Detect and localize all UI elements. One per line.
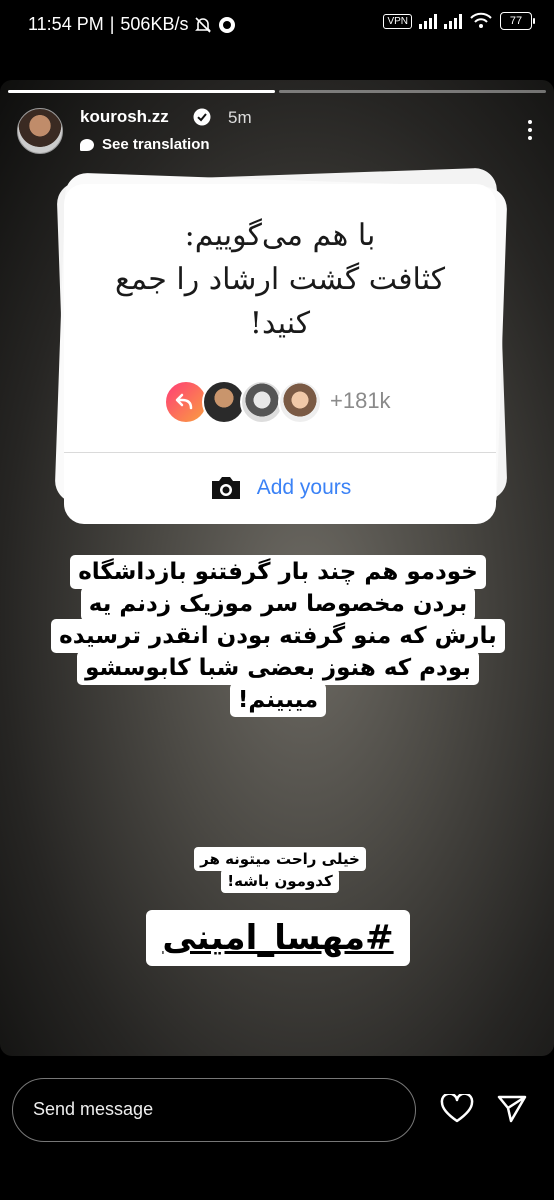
reply-bar: Send message: [0, 1056, 554, 1200]
story-time: 5m: [228, 108, 252, 127]
add-yours-sticker[interactable]: با هم می‌گوییم: کثافت گشت ارشاد را جمع ک…: [64, 184, 496, 524]
progress-segment: [279, 90, 546, 93]
status-right: VPN 77: [383, 12, 535, 30]
translate-bubble-icon: [80, 138, 94, 151]
status-separator: |: [109, 14, 115, 34]
camera-icon: [211, 477, 240, 499]
send-icon[interactable]: [496, 1094, 528, 1124]
status-time: 11:54 PM: [28, 14, 104, 34]
add-yours-label: Add yours: [256, 476, 352, 499]
progress-segment: [8, 90, 275, 93]
caption-line: بردن مخصوصا سر موزیک زدنم یه: [80, 587, 476, 621]
caption-line: میبینم!: [229, 683, 327, 717]
more-options-icon[interactable]: [528, 120, 532, 140]
battery-icon: 77: [500, 12, 535, 30]
prompt-line: با هم می‌گوییم:: [184, 218, 376, 253]
small-caption-line: خیلی راحت میتونه هر: [194, 847, 366, 871]
username[interactable]: kourosh.zz: [80, 107, 169, 127]
heart-icon[interactable]: [440, 1094, 474, 1124]
mute-bell-icon: [195, 16, 212, 33]
sticker-prompt: با هم می‌گوییم: کثافت گشت ارشاد را جمع ک…: [84, 214, 476, 346]
participant-avatars: [164, 380, 324, 424]
participant-avatar: [278, 380, 322, 424]
story-view[interactable]: kourosh.zz 5m See translation با هم می‌گ…: [0, 80, 554, 1056]
sticker-divider: [64, 452, 496, 453]
caption-line: بودم که هنوز بعضی شبا کابوسشو: [77, 651, 479, 685]
avatar[interactable]: [17, 108, 63, 154]
send-message-input[interactable]: Send message: [12, 1078, 416, 1142]
see-translation-link[interactable]: See translation: [80, 136, 210, 153]
status-bar: 11:54 PM | 506KB/s VPN 77: [0, 0, 554, 50]
small-caption-line: کدومون باشه!: [221, 869, 339, 893]
signal-icon-2: [444, 13, 462, 29]
vpn-badge: VPN: [383, 13, 412, 29]
hashtag-sticker[interactable]: #مهسا_امینی: [146, 910, 410, 966]
signal-icon: [419, 13, 437, 29]
add-yours-button[interactable]: Add yours: [64, 474, 496, 502]
see-translation-label: See translation: [102, 136, 210, 153]
verified-badge-icon: [193, 108, 211, 126]
story-caption: خودمو هم چند بار گرفتنو بازداشگاه بردن م…: [34, 555, 522, 717]
app-notification-icon: [219, 16, 236, 33]
small-caption: خیلی راحت میتونه هر کدومون باشه!: [180, 847, 380, 893]
status-left: 11:54 PM | 506KB/s: [28, 14, 236, 35]
caption-line: خودمو هم چند بار گرفتنو بازداشگاه: [70, 555, 486, 589]
participants-count: +181k: [330, 388, 391, 413]
prompt-line: کنید!: [249, 306, 311, 341]
caption-line: بارش که منو گرفته بودن انقدر ترسیده: [51, 619, 505, 653]
story-progress: [8, 90, 546, 93]
wifi-icon: [470, 12, 492, 28]
send-message-placeholder: Send message: [33, 1099, 154, 1119]
prompt-line: کثافت گشت ارشاد را جمع: [114, 262, 446, 297]
network-speed: 506KB/s: [120, 14, 189, 34]
